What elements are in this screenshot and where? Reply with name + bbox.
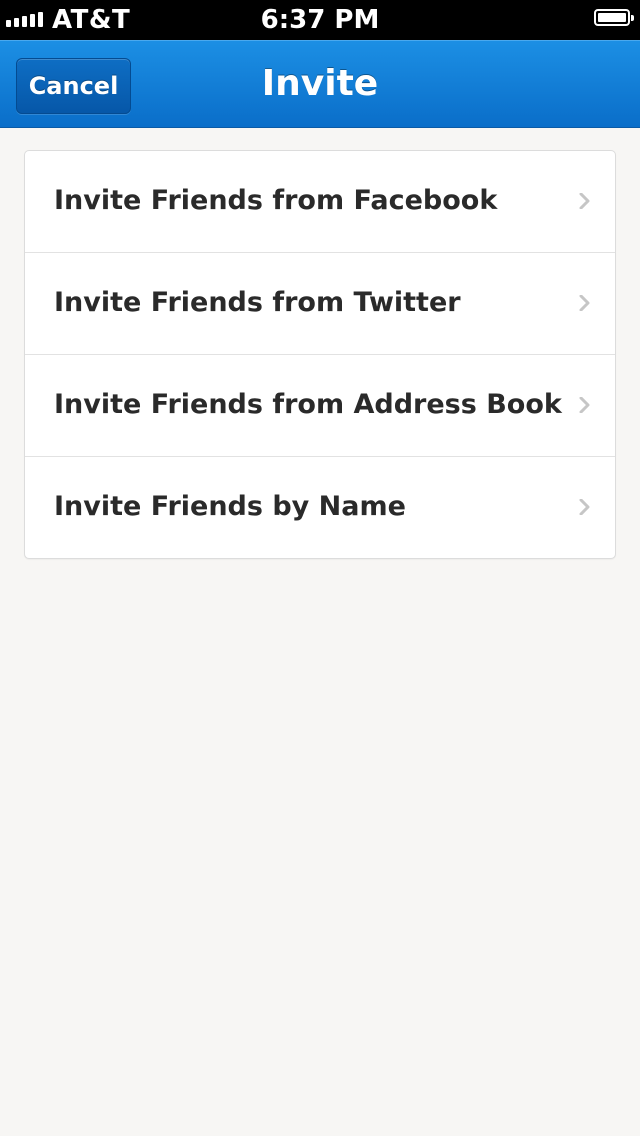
battery-icon <box>594 9 634 26</box>
chevron-right-icon <box>579 295 590 311</box>
invite-twitter-row[interactable]: Invite Friends from Twitter <box>25 253 615 355</box>
invite-address-book-label: Invite Friends from Address Book <box>54 389 562 420</box>
invite-address-book-row[interactable]: Invite Friends from Address Book <box>25 355 615 457</box>
chevron-right-icon <box>579 397 590 413</box>
invite-twitter-label: Invite Friends from Twitter <box>54 287 461 318</box>
status-time: 6:37 PM <box>260 5 380 35</box>
chevron-right-icon <box>579 193 590 209</box>
invite-facebook-label: Invite Friends from Facebook <box>54 185 498 216</box>
invite-facebook-row[interactable]: Invite Friends from Facebook <box>25 151 615 253</box>
cancel-button[interactable]: Cancel <box>16 58 131 114</box>
invite-by-name-label: Invite Friends by Name <box>54 491 406 522</box>
status-bar: AT&T 6:37 PM <box>0 0 640 40</box>
navigation-bar: Invite Cancel <box>0 40 640 128</box>
invite-options-list: Invite Friends from Facebook Invite Frie… <box>24 150 616 559</box>
invite-by-name-row[interactable]: Invite Friends by Name <box>25 457 615 558</box>
chevron-right-icon <box>579 499 590 515</box>
